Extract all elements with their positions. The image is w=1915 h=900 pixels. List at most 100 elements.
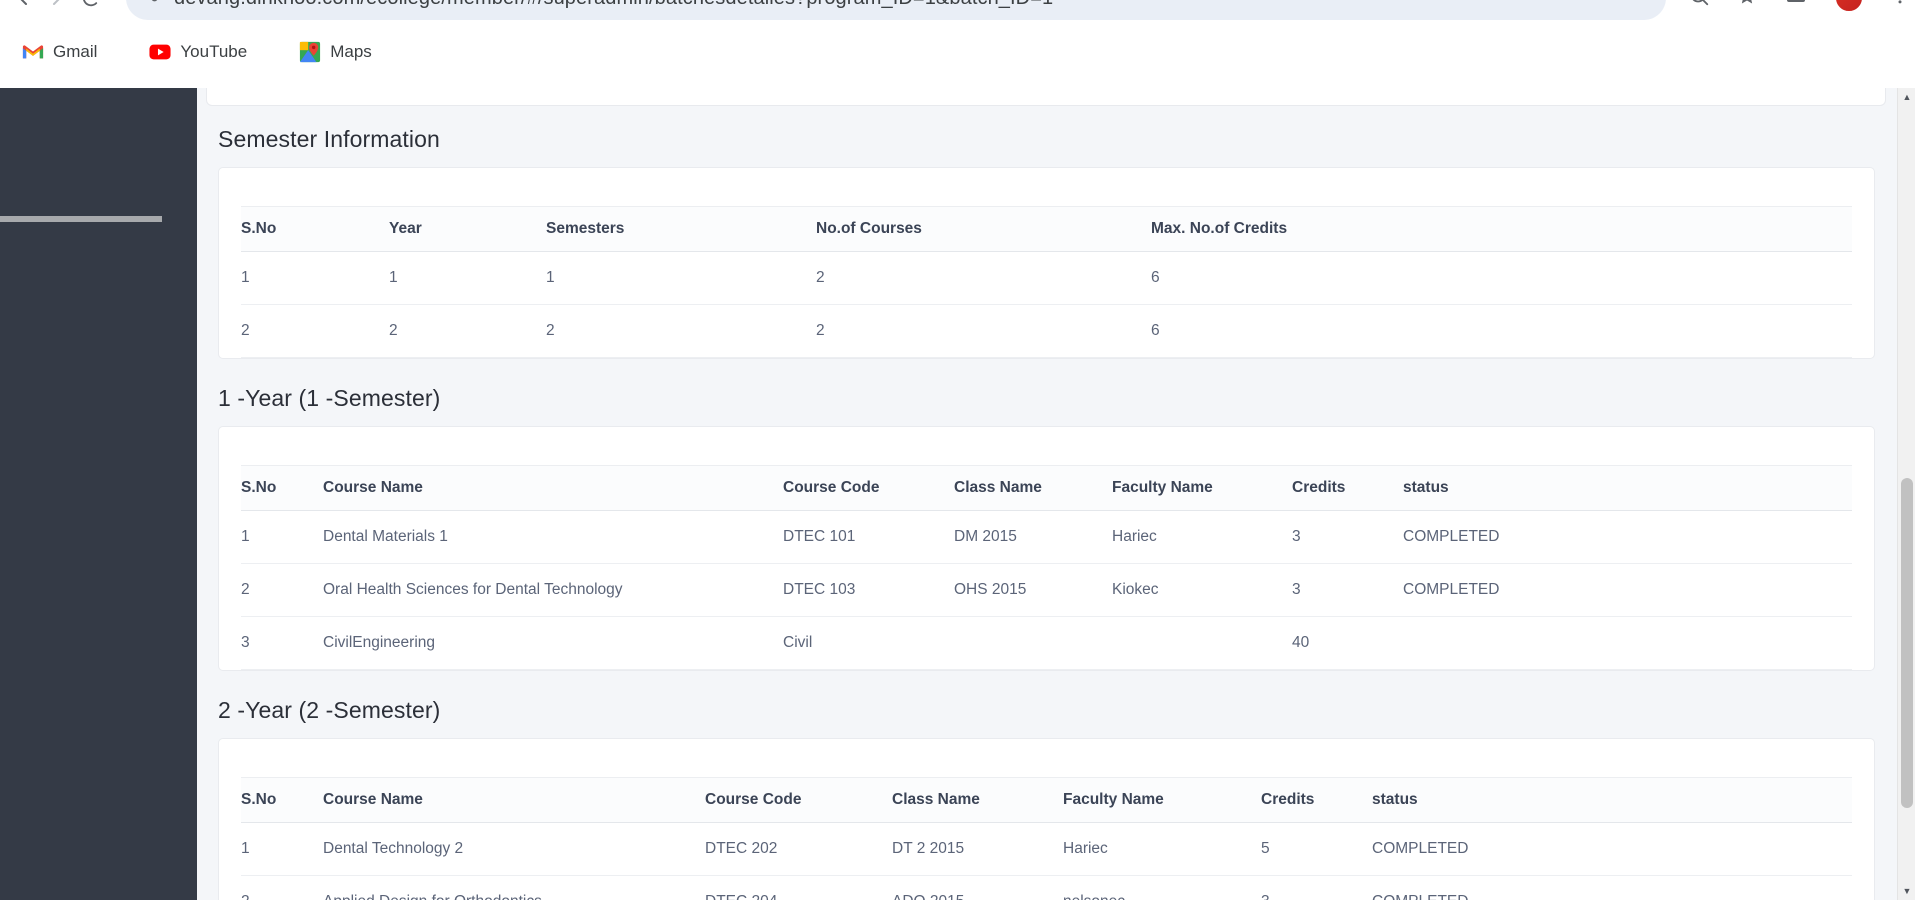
table-row[interactable]: 2 Applied Design for Orthodontics DTEC 2… [241, 875, 1852, 900]
scroll-down-arrow-icon[interactable]: ▼ [1898, 882, 1915, 900]
browser-chrome: devang.dinkhoo.com/ecollege/member/#/sup… [0, 0, 1915, 88]
cell-sno: 1 [241, 510, 323, 564]
year-2-courses-table: S.No Course Name Course Code Class Name … [241, 777, 1852, 900]
cell-class-name: OHS 2015 [954, 563, 1112, 617]
column-header-faculty-name[interactable]: Faculty Name [1063, 777, 1261, 823]
card-toolbar-area [219, 739, 1874, 777]
column-header-faculty-name[interactable]: Faculty Name [1112, 465, 1292, 511]
cell-class-name: DM 2015 [954, 510, 1112, 564]
table-row[interactable]: 1 1 1 2 6 [241, 251, 1852, 305]
cell-course-code: DTEC 202 [705, 822, 892, 876]
column-header-course-code[interactable]: Course Code [705, 777, 892, 823]
address-bar[interactable]: devang.dinkhoo.com/ecollege/member/#/sup… [126, 0, 1666, 20]
column-header-status[interactable]: status [1403, 465, 1852, 511]
column-header-course-name[interactable]: Course Name [323, 777, 705, 823]
cell-faculty-name: nelsonec [1063, 875, 1261, 900]
bookmark-star-icon[interactable] [1736, 0, 1758, 12]
page-scrollbar[interactable]: ▲ ▼ [1897, 88, 1915, 900]
bookmarks-bar: Gmail YouTube Maps [0, 26, 1915, 78]
cell-course-name: CivilEngineering [323, 616, 783, 670]
cell-sno: 1 [241, 251, 389, 305]
cell-status: COMPLETED [1372, 875, 1852, 900]
year-1-card: S.No Course Name Course Code Class Name … [218, 426, 1875, 671]
section-spacer-2 [209, 671, 1897, 697]
scroll-up-arrow-icon[interactable]: ▲ [1898, 88, 1915, 106]
card-toolbar-area [219, 168, 1874, 206]
cell-credits: 3 [1261, 875, 1372, 900]
card-toolbar-area [219, 427, 1874, 465]
cell-course-name: Oral Health Sciences for Dental Technolo… [323, 563, 783, 617]
cell-course-name: Dental Technology 2 [323, 822, 705, 876]
maps-icon [300, 41, 321, 63]
cell-class-name: ADO 2015 [892, 875, 1063, 900]
previous-card-stub [206, 88, 1886, 106]
cell-course-code: Civil [783, 616, 954, 670]
cell-course-code: DTEC 204 [705, 875, 892, 900]
table-row[interactable]: 1 Dental Materials 1 DTEC 101 DM 2015 Ha… [241, 510, 1852, 564]
column-header-sno[interactable]: S.No [241, 465, 323, 511]
site-info-icon[interactable] [142, 0, 162, 8]
extensions-icon[interactable] [1784, 0, 1808, 13]
column-header-credits[interactable]: Credits [1292, 465, 1403, 511]
cell-course-code: DTEC 103 [783, 563, 954, 617]
reload-icon [83, 0, 98, 7]
cell-semesters: 1 [546, 251, 816, 305]
search-icon[interactable] [1688, 0, 1710, 12]
cell-year: 2 [389, 304, 546, 358]
url-text: devang.dinkhoo.com/ecollege/member/#/sup… [174, 0, 1053, 10]
semester-table-wrapper: S.No Year Semesters No.of Courses Max. N… [219, 206, 1874, 358]
column-header-sno[interactable]: S.No [241, 777, 323, 823]
column-header-class-name[interactable]: Class Name [954, 465, 1112, 511]
table-row[interactable]: 2 2 2 2 6 [241, 304, 1852, 358]
chrome-menu-icon[interactable] [1890, 0, 1910, 11]
cell-max-credits: 6 [1151, 304, 1852, 358]
cell-no-courses: 2 [816, 304, 1151, 358]
table-row[interactable]: 1 Dental Technology 2 DTEC 202 DT 2 2015… [241, 822, 1852, 876]
cell-class-name: DT 2 2015 [892, 822, 1063, 876]
omnibox-row: devang.dinkhoo.com/ecollege/member/#/sup… [0, 0, 1915, 22]
table-header-row: S.No Course Name Course Code Class Name … [241, 777, 1852, 823]
column-header-sno[interactable]: S.No [241, 206, 389, 252]
cell-status: COMPLETED [1403, 510, 1852, 564]
table-row[interactable]: 2 Oral Health Sciences for Dental Techno… [241, 563, 1852, 617]
bookmark-label: Maps [330, 42, 372, 61]
scrollbar-thumb[interactable] [1901, 478, 1913, 808]
forward-button[interactable] [40, 0, 74, 15]
cell-status: COMPLETED [1372, 822, 1852, 876]
bookmark-maps[interactable]: Maps [291, 36, 380, 68]
back-button[interactable] [6, 0, 40, 15]
year-1-courses-table: S.No Course Name Course Code Class Name … [241, 465, 1852, 670]
column-header-course-code[interactable]: Course Code [783, 465, 954, 511]
column-header-max-credits[interactable]: Max. No.of Credits [1151, 206, 1852, 252]
cell-sno: 2 [241, 304, 389, 358]
cell-faculty-name [1112, 616, 1292, 670]
year-2-card: S.No Course Name Course Code Class Name … [218, 738, 1875, 900]
bookmark-label: YouTube [180, 42, 248, 61]
profile-avatar[interactable] [1834, 0, 1864, 13]
cell-course-name: Dental Materials 1 [323, 510, 783, 564]
column-header-status[interactable]: status [1372, 777, 1852, 823]
cell-sno: 1 [241, 822, 323, 876]
semester-information-title: Semester Information [218, 126, 440, 152]
page-viewport: Semester Information S.No Year Semesters… [0, 88, 1915, 900]
cell-credits: 3 [1292, 510, 1403, 564]
column-header-class-name[interactable]: Class Name [892, 777, 1063, 823]
column-header-semesters[interactable]: Semesters [546, 206, 816, 252]
table-header-row: S.No Course Name Course Code Class Name … [241, 465, 1852, 511]
column-header-no-courses[interactable]: No.of Courses [816, 206, 1151, 252]
reload-button[interactable] [74, 0, 108, 15]
cell-sno: 3 [241, 616, 323, 670]
column-header-credits[interactable]: Credits [1261, 777, 1372, 823]
cell-class-name [954, 616, 1112, 670]
bookmark-gmail[interactable]: Gmail [14, 36, 105, 68]
bookmark-youtube[interactable]: YouTube [141, 36, 255, 68]
cell-credits: 3 [1292, 563, 1403, 617]
column-header-year[interactable]: Year [389, 206, 546, 252]
table-row[interactable]: 3 CivilEngineering Civil 40 [241, 616, 1852, 670]
cell-credits: 40 [1292, 616, 1403, 670]
cell-faculty-name: Hariec [1063, 822, 1261, 876]
bookmark-label: Gmail [53, 42, 98, 61]
column-header-course-name[interactable]: Course Name [323, 465, 783, 511]
cell-faculty-name: Kiokec [1112, 563, 1292, 617]
cell-sno: 2 [241, 563, 323, 617]
